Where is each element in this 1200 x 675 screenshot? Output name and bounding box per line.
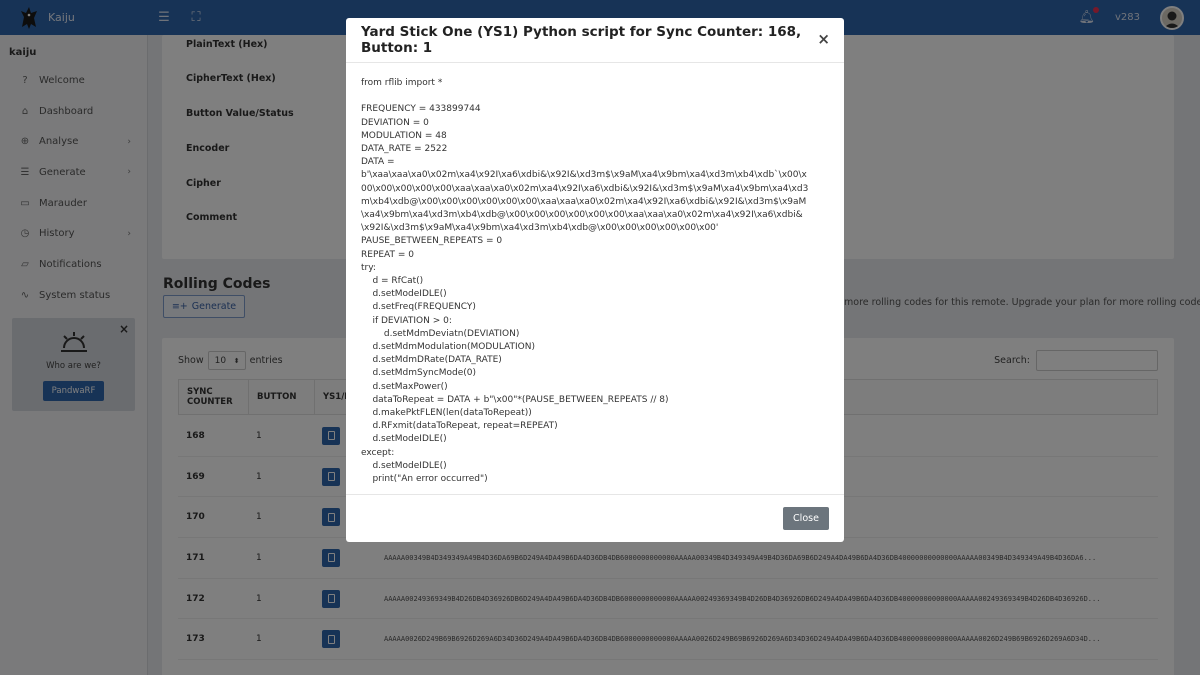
modal-title: Yard Stick One (YS1) Python script for S…	[361, 24, 802, 56]
close-button[interactable]: Close	[783, 507, 829, 530]
python-script: from rflib import * FREQUENCY = 43389974…	[361, 78, 809, 485]
modal-footer: Close	[346, 494, 844, 542]
close-icon[interactable]: ×	[817, 30, 830, 48]
modal-header: Yard Stick One (YS1) Python script for S…	[346, 18, 844, 63]
script-modal: Yard Stick One (YS1) Python script for S…	[346, 18, 844, 542]
